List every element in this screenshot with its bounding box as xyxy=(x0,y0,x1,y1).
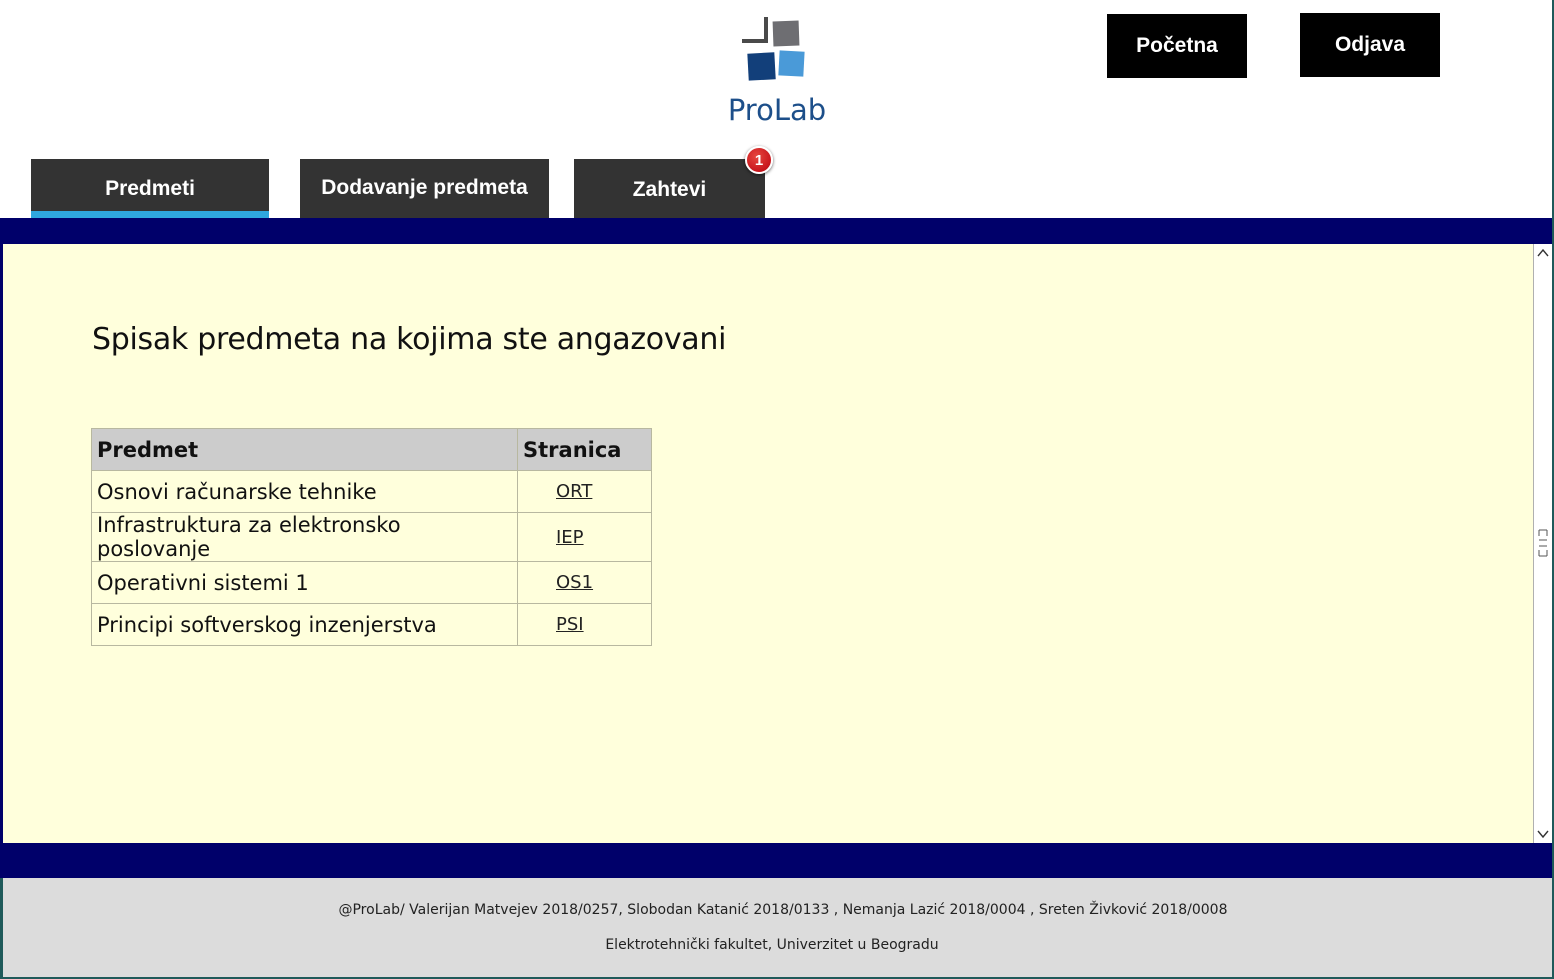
subject-page-cell: OS1 xyxy=(517,561,652,604)
logo-text: ProLab xyxy=(727,93,827,127)
subject-page-cell: ORT xyxy=(517,470,652,513)
table-row: Operativni sistemi 1 OS1 xyxy=(91,561,652,604)
table-row: Osnovi računarske tehnike ORT xyxy=(91,470,652,513)
subject-name: Principi softverskog inzenjerstva xyxy=(91,603,518,646)
navy-divider-top xyxy=(0,218,1552,244)
table-row: Principi softverskog inzenjerstva PSI xyxy=(91,603,652,646)
notification-badge: 1 xyxy=(745,146,773,174)
main-content: Spisak predmeta na kojima ste angazovani… xyxy=(0,244,1552,843)
column-header-predmet: Predmet xyxy=(91,428,518,471)
scroll-down-icon[interactable] xyxy=(1536,827,1550,841)
column-header-stranica: Stranica xyxy=(517,428,652,471)
tab-predmeti[interactable]: Predmeti xyxy=(31,159,269,218)
table-header-row: Predmet Stranica xyxy=(91,428,652,471)
page-title: Spisak predmeta na kojima ste angazovani xyxy=(92,322,727,357)
vertical-scrollbar[interactable] xyxy=(1533,244,1552,843)
table-row: Infrastruktura za elektronsko poslovanje… xyxy=(91,512,652,562)
page: ProLab Početna Odjava Predmeti Dodavanje… xyxy=(0,0,1554,979)
prolab-logo[interactable]: ProLab xyxy=(722,15,832,130)
subject-name: Infrastruktura za elektronsko poslovanje xyxy=(91,512,518,562)
scroll-up-icon[interactable] xyxy=(1536,246,1550,260)
logout-button[interactable]: Odjava xyxy=(1300,13,1440,77)
subject-page-link[interactable]: PSI xyxy=(556,614,584,635)
subjects-table: Predmet Stranica Osnovi računarske tehni… xyxy=(91,428,652,646)
subject-page-link[interactable]: ORT xyxy=(556,481,592,502)
subject-page-cell: IEP xyxy=(517,512,652,562)
subject-page-cell: PSI xyxy=(517,603,652,646)
footer-credits: @ProLab/ Valerijan Matvejev 2018/0257, S… xyxy=(338,902,1228,918)
subject-name: Osnovi računarske tehnike xyxy=(91,470,518,513)
scroll-thumb-grip-icon[interactable] xyxy=(1537,528,1549,558)
footer: @ProLab/ Valerijan Matvejev 2018/0257, S… xyxy=(0,878,1552,977)
tab-dodavanje-predmeta[interactable]: Dodavanje predmeta xyxy=(300,159,549,218)
prolab-logo-icon xyxy=(742,17,805,81)
subject-page-link[interactable]: IEP xyxy=(556,527,584,548)
subject-page-link[interactable]: OS1 xyxy=(556,572,593,593)
home-button[interactable]: Početna xyxy=(1107,14,1247,78)
navy-divider-bottom xyxy=(0,843,1552,878)
subject-name: Operativni sistemi 1 xyxy=(91,561,518,604)
tab-zahtevi[interactable]: Zahtevi xyxy=(574,159,765,218)
footer-institution: Elektrotehnički fakultet, Univerzitet u … xyxy=(605,937,939,953)
